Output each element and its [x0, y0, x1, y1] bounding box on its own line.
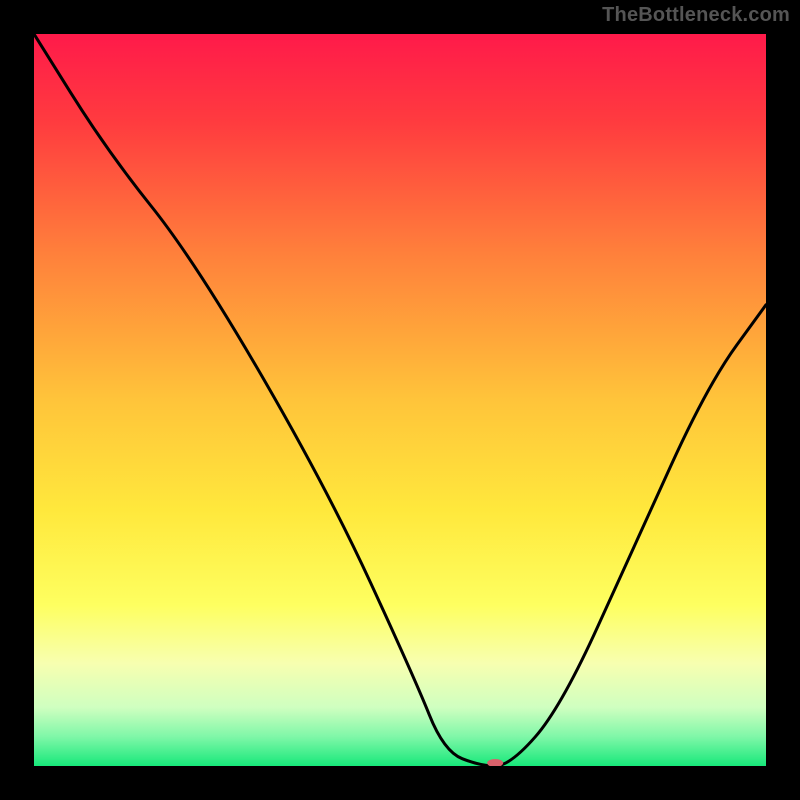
- gradient-background: [34, 34, 766, 766]
- plot-area: [34, 34, 766, 766]
- chart-svg: [34, 34, 766, 766]
- chart-frame: TheBottleneck.com: [0, 0, 800, 800]
- watermark-label: TheBottleneck.com: [602, 4, 790, 27]
